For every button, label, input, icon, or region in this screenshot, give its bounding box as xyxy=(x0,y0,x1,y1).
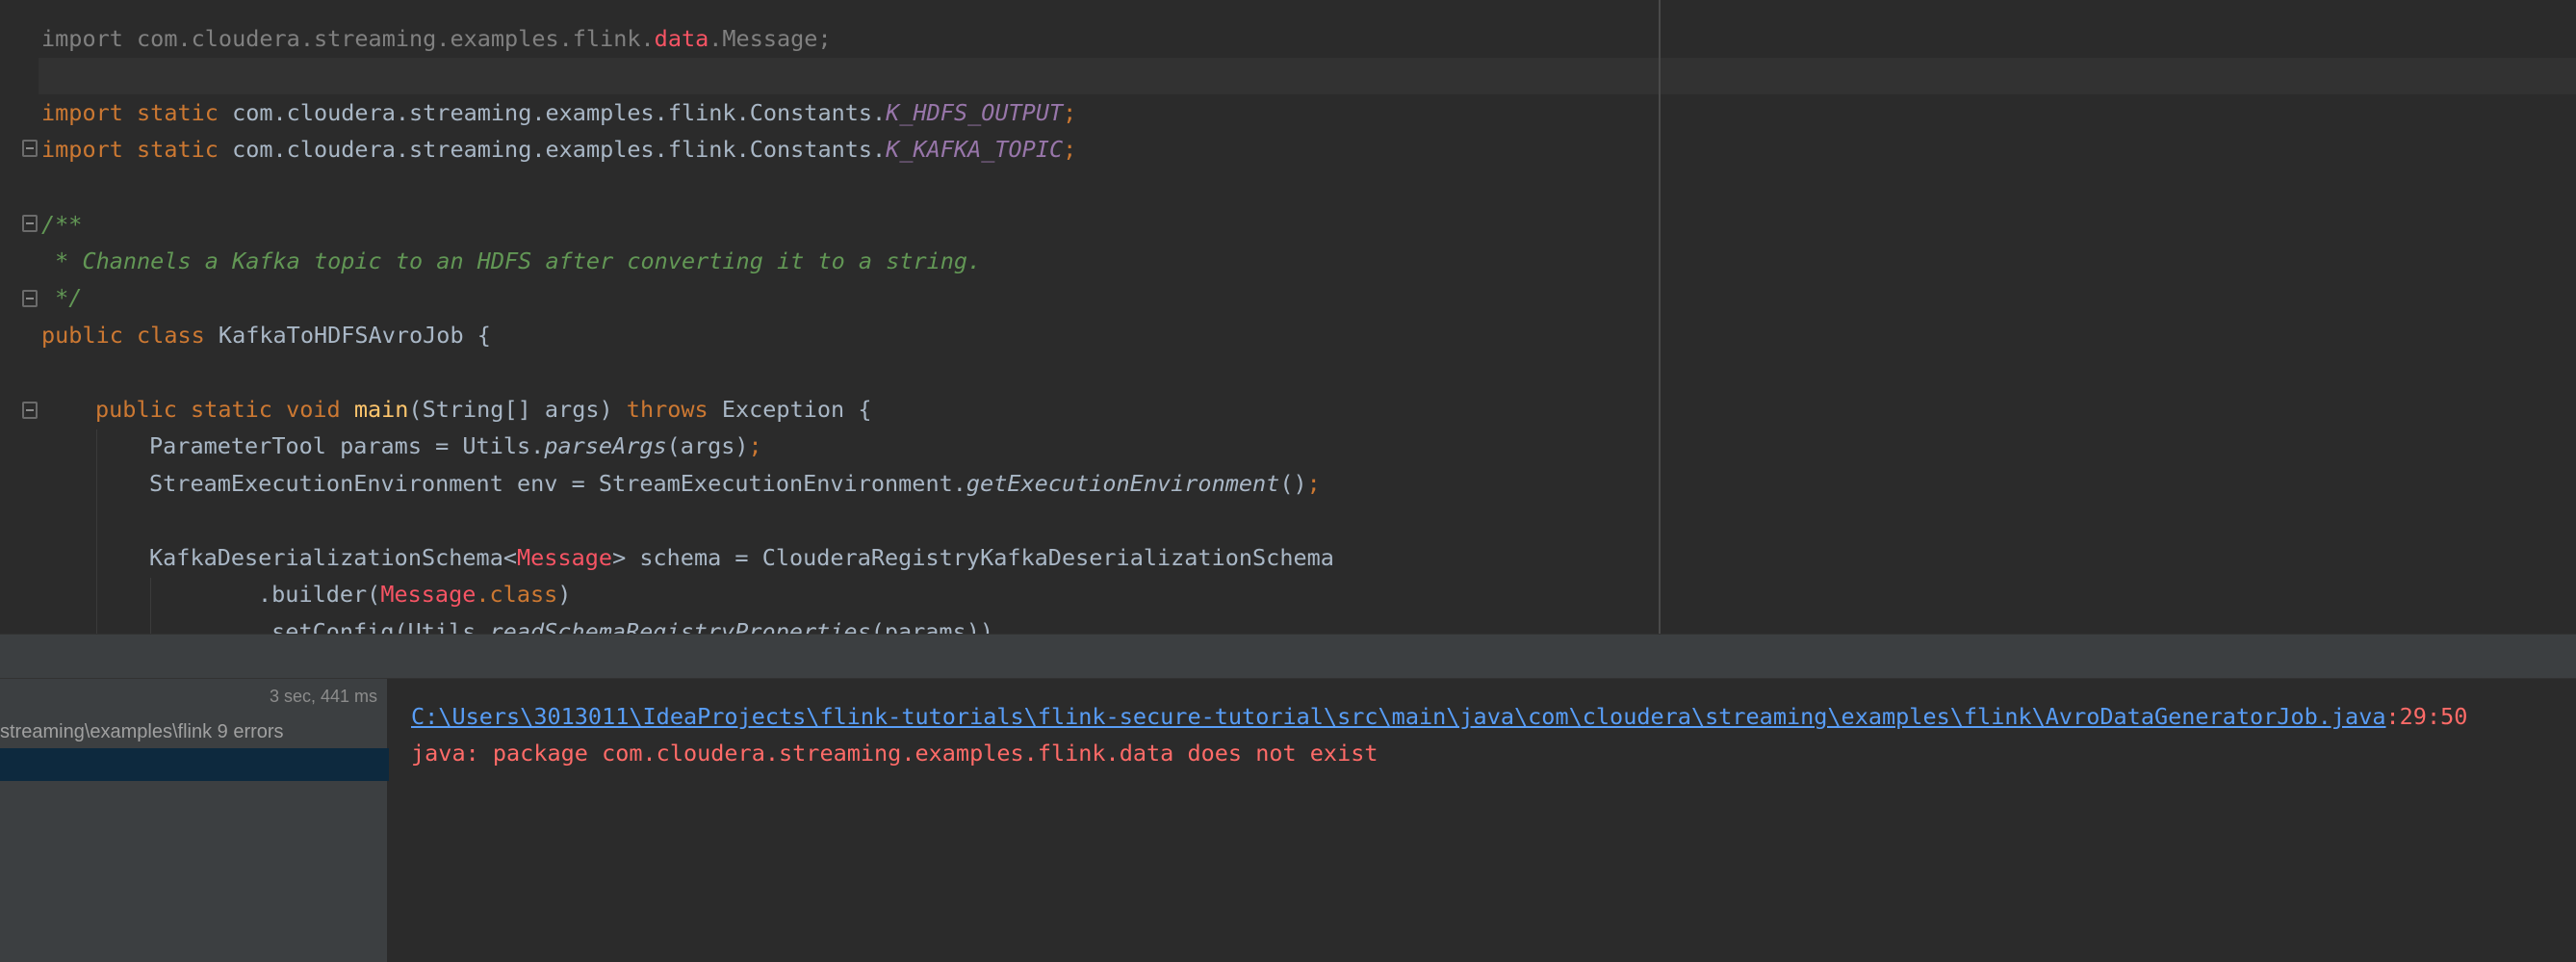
build-tree-panel[interactable]: 3 sec, 441 ms streaming\examples\flink 9… xyxy=(0,679,389,962)
call-args: (params)) xyxy=(870,618,994,634)
code-editor[interactable]: import com.cloudera.streaming.examples.f… xyxy=(0,0,2576,634)
keyword-import-static: import static xyxy=(41,99,219,126)
statement-tail: > schema = ClouderaRegistryKafkaDeserial… xyxy=(612,544,1334,571)
static-method-call: readSchemaRegistryProperties xyxy=(489,618,871,634)
semicolon: ; xyxy=(817,25,832,52)
code-line-import-hdfs[interactable]: import static com.cloudera.streaming.exa… xyxy=(41,94,1076,131)
method-params: (String[] args) xyxy=(408,396,627,423)
keyword-import-static: import static xyxy=(41,136,219,163)
static-method-call: parseArgs xyxy=(544,432,667,459)
keyword-public-static-void: public static void xyxy=(95,396,341,423)
code-line-schema[interactable]: KafkaDeserializationSchema<Message> sche… xyxy=(149,539,1334,576)
fold-marker-icon[interactable] xyxy=(22,402,38,419)
semicolon: ; xyxy=(1306,470,1321,497)
exception-type: Exception { xyxy=(708,396,872,423)
semicolon: ; xyxy=(1063,99,1077,126)
semicolon: ; xyxy=(748,432,762,459)
statement-head: StreamExecutionEnvironment env = StreamE… xyxy=(149,470,966,497)
current-line-highlight xyxy=(39,58,2576,94)
fold-marker-icon[interactable] xyxy=(22,290,38,307)
package-path: com.cloudera.streaming.examples.flink.Co… xyxy=(218,99,887,126)
tree-item-label: streaming\examples\flink 9 errors xyxy=(0,721,284,742)
build-duration: 3 sec, 441 ms xyxy=(269,687,377,706)
package-path: com.cloudera.streaming.examples.flink. xyxy=(122,25,655,52)
code-line-class-declaration[interactable]: public class KafkaToHDFSAvroJob { xyxy=(41,317,491,353)
unresolved-type: Message xyxy=(517,544,613,571)
package-path: com.cloudera.streaming.examples.flink.Co… xyxy=(218,136,887,163)
code-line-builder[interactable]: .builder(Message.class) xyxy=(258,576,571,612)
fold-marker-icon[interactable] xyxy=(22,140,38,157)
code-line-import-message[interactable]: import com.cloudera.streaming.examples.f… xyxy=(41,20,832,57)
indent-guide xyxy=(96,429,97,634)
output-error-message: java: package com.cloudera.streaming.exa… xyxy=(411,740,1378,767)
line-column: :29:50 xyxy=(2385,703,2468,730)
call-args: () xyxy=(1279,470,1307,497)
keyword-throws: throws xyxy=(626,396,708,423)
build-output-panel[interactable]: C:\Users\3013011\IdeaProjects\flink-tuto… xyxy=(389,679,2576,962)
method-call: .builder( xyxy=(258,581,381,608)
keyword-public-class: public class xyxy=(41,322,205,349)
editor-gutter[interactable] xyxy=(0,0,39,634)
code-line-import-kafka[interactable]: import static com.cloudera.streaming.exa… xyxy=(41,131,1076,168)
keyword-import: import xyxy=(41,25,123,52)
semicolon: ; xyxy=(1063,136,1077,163)
code-line-env[interactable]: StreamExecutionEnvironment env = StreamE… xyxy=(149,465,1321,502)
fold-marker-icon[interactable] xyxy=(22,215,38,232)
statement-head: ParameterTool params = Utils. xyxy=(149,432,545,459)
unresolved-package: data xyxy=(654,25,709,52)
constant-name: K_HDFS_OUTPUT xyxy=(886,99,1064,126)
static-method-call: getExecutionEnvironment xyxy=(966,470,1280,497)
close-paren: ) xyxy=(557,581,572,608)
build-tool-window-header[interactable] xyxy=(0,634,2576,679)
code-line-params[interactable]: ParameterTool params = Utils.parseArgs(a… xyxy=(149,428,762,464)
code-line-doc-body[interactable]: * Channels a Kafka topic to an HDFS afte… xyxy=(41,243,981,279)
code-line-main-declaration[interactable]: public static void main(String[] args) t… xyxy=(95,391,871,428)
code-line-doc-open[interactable]: /** xyxy=(41,206,82,243)
call-args: (args) xyxy=(666,432,749,459)
tree-item-errors[interactable]: streaming\examples\flink 9 errors xyxy=(0,715,389,748)
statement-head: KafkaDeserializationSchema< xyxy=(149,544,518,571)
class-name: KafkaToHDFSAvroJob { xyxy=(204,322,491,349)
right-margin-guide xyxy=(1659,0,1661,634)
code-line-config[interactable]: .setConfig(Utils.readSchemaRegistryPrope… xyxy=(258,613,993,634)
unresolved-type: Message xyxy=(380,581,477,608)
class-name: .Message xyxy=(708,25,818,52)
indent-guide xyxy=(150,578,151,634)
constant-name: K_KAFKA_TOPIC xyxy=(886,136,1064,163)
method-name: main xyxy=(353,396,409,423)
tree-item-selected[interactable] xyxy=(0,748,389,781)
code-line-doc-close[interactable]: */ xyxy=(41,279,82,316)
method-call: .setConfig(Utils. xyxy=(258,618,490,634)
output-error-location[interactable]: C:\Users\3013011\IdeaProjects\flink-tuto… xyxy=(411,698,2467,735)
source-file-link[interactable]: C:\Users\3013011\IdeaProjects\flink-tuto… xyxy=(411,703,2386,730)
keyword-class: .class xyxy=(476,581,558,608)
